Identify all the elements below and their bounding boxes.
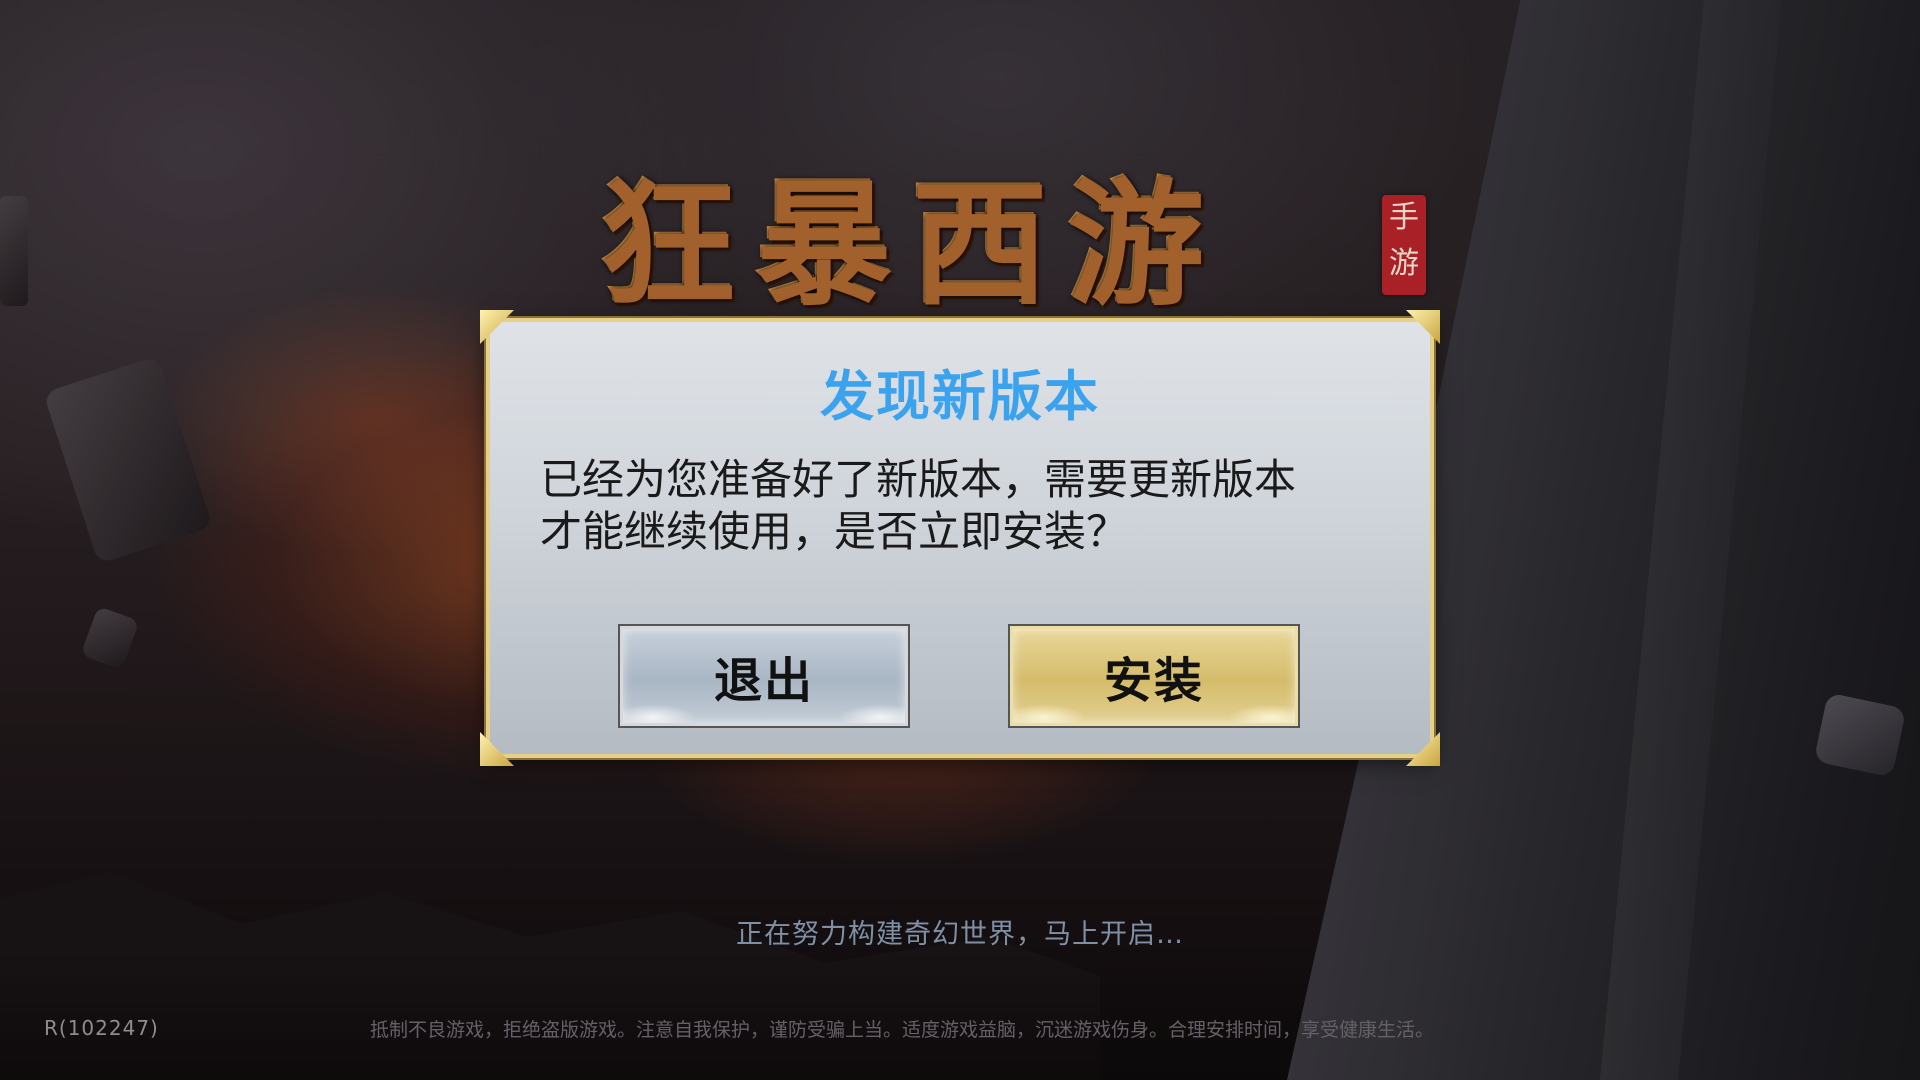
dialog-message-line: 已经为您准备好了新版本，需要更新版本 <box>540 455 1297 504</box>
dialog-corner-ornament <box>480 310 514 344</box>
dialog-message-line: 才能继续使用，是否立即安装？ <box>540 507 1129 556</box>
dialog-corner-ornament <box>1406 732 1440 766</box>
dialog-corner-ornament <box>480 732 514 766</box>
game-launch-screen: 狂暴西游 手游 正在努力构建奇幻世界，马上开启… R(102247) 抵制不良游… <box>0 0 1920 1080</box>
dialog-message: 已经为您准备好了新版本，需要更新版本 才能继续使用，是否立即安装？ <box>540 454 1380 558</box>
exit-button[interactable]: 退出 <box>620 626 908 726</box>
update-dialog: 发现新版本 已经为您准备好了新版本，需要更新版本 才能继续使用，是否立即安装？ … <box>480 310 1440 766</box>
dialog-title: 发现新版本 <box>820 365 1100 428</box>
install-button[interactable]: 安装 <box>1010 626 1298 726</box>
